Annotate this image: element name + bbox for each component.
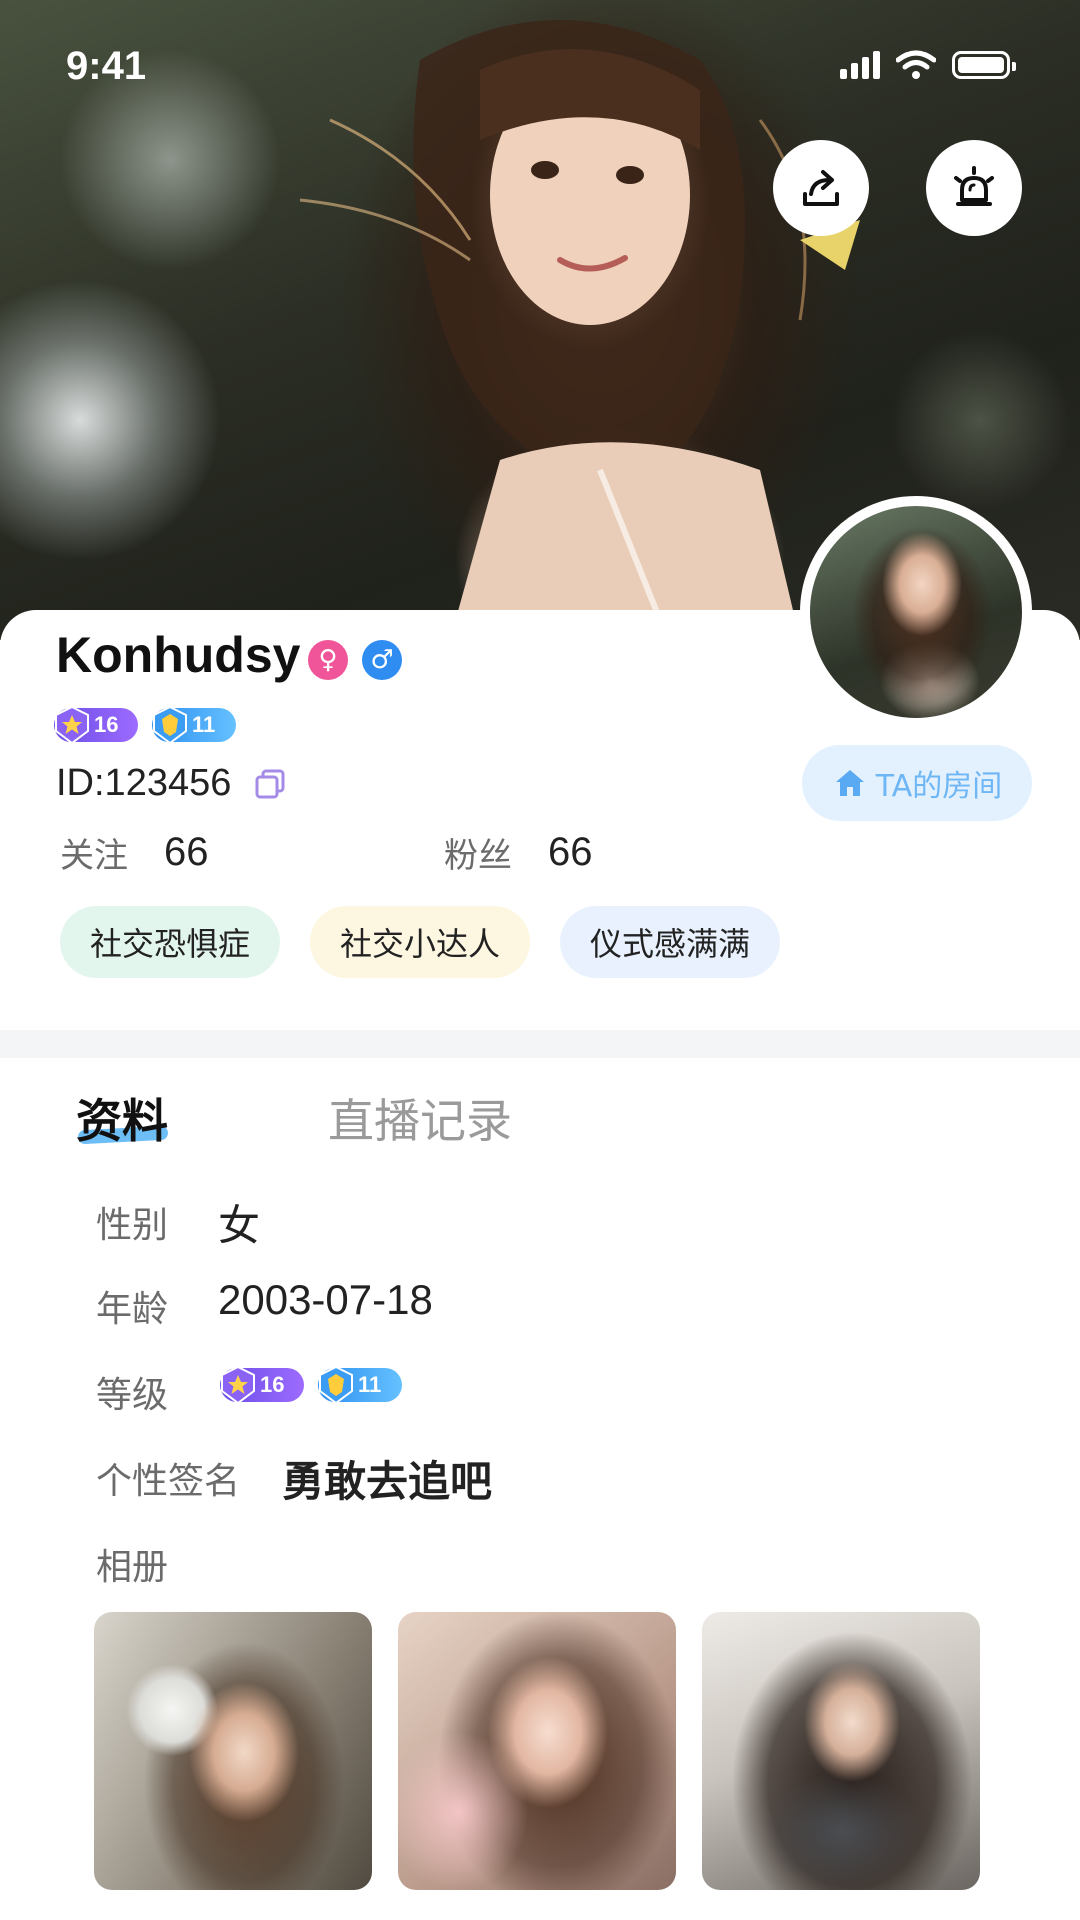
wealth-level-badge: 16 <box>54 705 138 745</box>
signal-icon <box>840 51 880 79</box>
following-count: 66 <box>164 830 209 874</box>
signature-value: 勇敢去追吧 <box>282 1457 493 1506</box>
following-stat[interactable]: 关注 66 <box>60 828 209 877</box>
charm-level-value: 11 <box>192 712 216 737</box>
album-photo[interactable] <box>702 1612 980 1890</box>
male-gender-icon: ♂ <box>362 640 402 680</box>
status-time: 9:41 <box>66 44 147 88</box>
tab-profile-info[interactable]: 资料 <box>76 1085 168 1151</box>
fans-stat[interactable]: 粉丝 66 <box>444 828 593 877</box>
info-level-badges: 16 11 <box>220 1365 402 1405</box>
ta-room-label: TA的房间 <box>875 769 1003 804</box>
ta-room-button[interactable]: TA的房间 <box>802 745 1032 821</box>
album-photo[interactable] <box>94 1612 372 1890</box>
personality-tags: 社交恐惧症 社交小达人 仪式感满满 <box>60 906 781 978</box>
charm-level-value: 11 <box>358 1372 382 1397</box>
username: Konhudsy <box>56 627 301 683</box>
signature-label: 个性签名 <box>96 1461 241 1502</box>
report-button[interactable] <box>926 140 1022 236</box>
level-shield-icon <box>316 1364 356 1406</box>
share-button[interactable] <box>773 140 869 236</box>
fans-label: 粉丝 <box>444 836 512 876</box>
alarm-light-icon <box>954 166 994 206</box>
age-value: 2003-07-18 <box>218 1276 433 1323</box>
level-star-icon <box>218 1364 258 1406</box>
avatar[interactable] <box>800 496 1032 728</box>
album-label: 相册 <box>96 1547 169 1588</box>
charm-level-badge: 11 <box>318 1365 402 1405</box>
tab-profile-info-label: 资料 <box>76 1094 168 1148</box>
wealth-level-badge: 16 <box>220 1365 304 1405</box>
album-photo[interactable] <box>398 1612 676 1890</box>
wealth-level-value: 16 <box>260 1372 285 1397</box>
wifi-icon <box>896 50 936 79</box>
photo-album <box>94 1612 980 1890</box>
section-divider <box>0 1030 1080 1058</box>
user-id-row: ID:123456 <box>56 762 287 805</box>
status-icons <box>840 50 1016 80</box>
tag-chip: 仪式感满满 <box>560 906 781 978</box>
level-label: 等级 <box>96 1375 169 1416</box>
level-star-icon <box>52 704 92 746</box>
user-id: ID:123456 <box>56 762 232 804</box>
tag-chip: 社交小达人 <box>310 906 531 978</box>
copy-icon[interactable] <box>253 767 287 801</box>
female-gender-icon: ♀ <box>308 640 348 680</box>
share-icon <box>803 170 839 206</box>
fans-count: 66 <box>548 830 593 874</box>
wealth-level-value: 16 <box>94 712 119 737</box>
level-shield-icon <box>150 704 190 746</box>
tab-live-records[interactable]: 直播记录 <box>328 1085 512 1151</box>
battery-icon <box>952 51 1016 79</box>
age-label: 年龄 <box>96 1289 169 1330</box>
level-badges: 16 11 <box>54 705 236 745</box>
following-label: 关注 <box>60 836 128 876</box>
gender-label: 性别 <box>96 1205 169 1246</box>
gender-value: 女 <box>218 1201 261 1250</box>
charm-level-badge: 11 <box>152 705 236 745</box>
home-icon <box>835 770 864 796</box>
tag-chip: 社交恐惧症 <box>60 906 281 978</box>
